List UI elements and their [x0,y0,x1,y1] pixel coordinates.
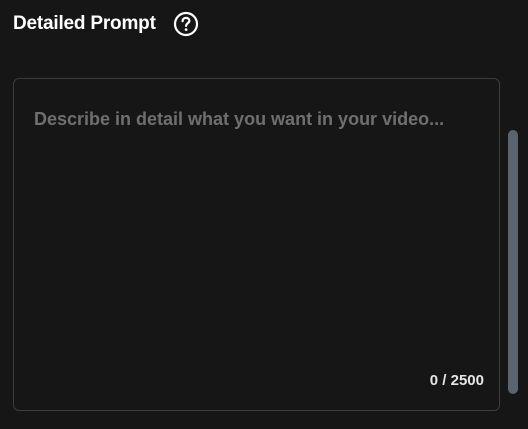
prompt-header: Detailed Prompt [13,9,199,39]
question-circle-icon [173,11,198,37]
help-icon[interactable] [173,11,199,37]
scrollbar-track[interactable] [508,88,518,408]
character-counter: 0 / 2500 [429,372,484,389]
prompt-box: 0 / 2500 [13,78,500,411]
section-title: Detailed Prompt [13,13,156,34]
scrollbar-thumb[interactable] [508,130,518,394]
detailed-prompt-panel: Detailed Prompt 0 / 2500 [0,0,528,429]
prompt-textarea[interactable] [14,79,499,410]
